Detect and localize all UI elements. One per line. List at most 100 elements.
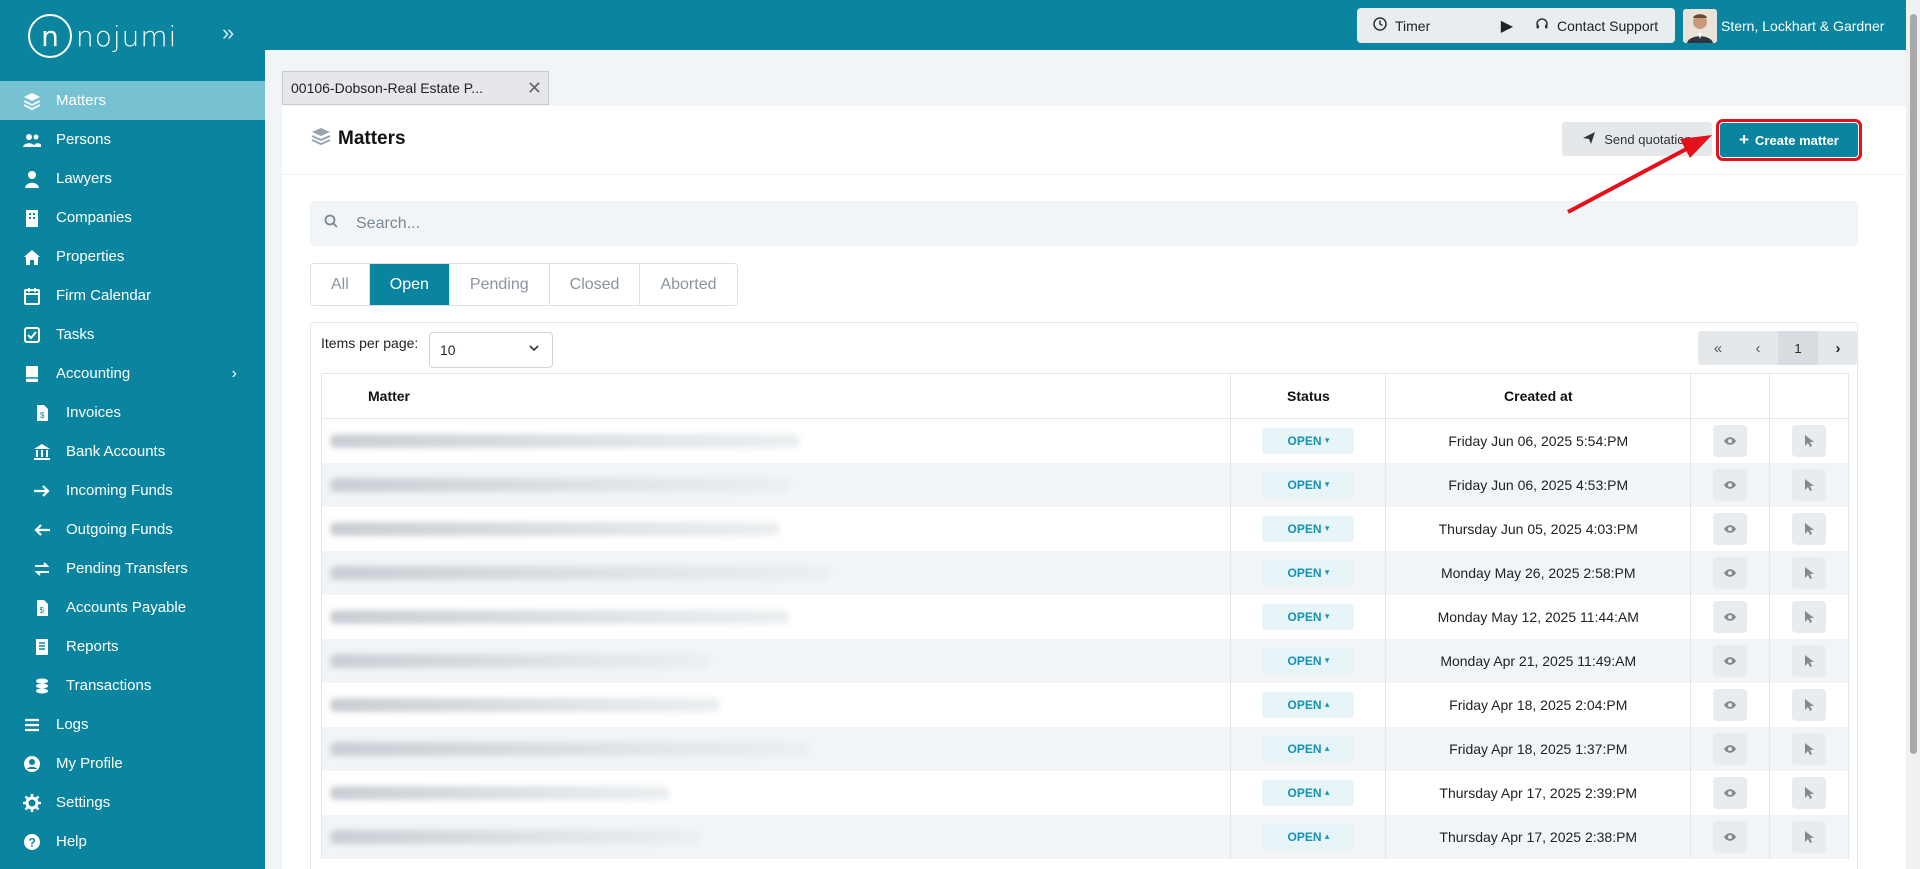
status-badge[interactable]: OPEN ▴: [1262, 691, 1355, 718]
sidebar-item-help[interactable]: ? Help: [0, 822, 265, 861]
sidebar-item-settings[interactable]: Settings: [0, 783, 265, 822]
sidebar-item-bank-accounts[interactable]: Bank Accounts: [0, 432, 265, 471]
matter-cell[interactable]: [320, 726, 1232, 771]
eye-icon[interactable]: [1713, 688, 1748, 721]
timer-button[interactable]: Timer ▶: [1357, 8, 1531, 43]
matter-cell[interactable]: [320, 418, 1232, 463]
collapse-sidebar-icon[interactable]: »: [222, 20, 234, 46]
sidebar-item-label: Tasks: [56, 326, 95, 343]
tab-pending[interactable]: Pending: [450, 264, 550, 305]
sidebar-item-reports[interactable]: Reports: [0, 627, 265, 666]
play-icon[interactable]: ▶: [1501, 16, 1513, 36]
table-row[interactable]: OPEN ▴ Thursday Apr 17, 2025 2:38:PM: [320, 814, 1849, 859]
eye-icon[interactable]: [1713, 600, 1748, 633]
sidebar-item-accounts-payable[interactable]: $ Accounts Payable: [0, 588, 265, 627]
table-row[interactable]: OPEN ▴ Friday Apr 18, 2025 1:37:PM: [320, 726, 1849, 771]
sidebar-item-firm-calendar[interactable]: Firm Calendar: [0, 276, 265, 315]
create-matter-button[interactable]: + Create matter: [1716, 119, 1862, 161]
contact-support-button[interactable]: Contact Support: [1519, 8, 1675, 43]
pointer-icon[interactable]: [1792, 556, 1827, 589]
pointer-icon[interactable]: [1792, 732, 1827, 765]
scrollbar-thumb[interactable]: [1910, 14, 1917, 754]
status-badge[interactable]: OPEN ▾: [1262, 427, 1355, 454]
pointer-icon[interactable]: [1792, 776, 1827, 809]
pointer-icon[interactable]: [1792, 512, 1827, 545]
next-page-button[interactable]: ›: [1818, 331, 1858, 365]
page-scrollbar[interactable]: [1906, 0, 1920, 869]
eye-icon[interactable]: [1713, 424, 1748, 457]
matter-cell[interactable]: [320, 682, 1232, 727]
table-row[interactable]: OPEN ▾ Monday Apr 21, 2025 11:49:AM: [320, 638, 1849, 683]
column-header-created[interactable]: Created at: [1385, 373, 1692, 419]
status-badge[interactable]: OPEN ▴: [1262, 735, 1355, 762]
sidebar-item-lawyers[interactable]: Lawyers: [0, 159, 265, 198]
eye-icon[interactable]: [1713, 820, 1748, 853]
sidebar-item-incoming-funds[interactable]: Incoming Funds: [0, 471, 265, 510]
column-header-status[interactable]: Status: [1230, 373, 1387, 419]
sidebar-item-invoices[interactable]: $ Invoices: [0, 393, 265, 432]
pointer-icon[interactable]: [1792, 424, 1827, 457]
status-badge[interactable]: OPEN ▾: [1262, 515, 1355, 542]
caret-icon: ▴: [1324, 787, 1330, 797]
status-badge[interactable]: OPEN ▾: [1262, 603, 1355, 630]
matter-cell[interactable]: [320, 638, 1232, 683]
sidebar-item-persons[interactable]: Persons: [0, 120, 265, 159]
eye-icon[interactable]: [1713, 556, 1748, 589]
status-badge[interactable]: OPEN ▴: [1262, 779, 1355, 806]
sidebar-item-properties[interactable]: Properties: [0, 237, 265, 276]
items-per-page-select[interactable]: 10: [429, 332, 553, 368]
eye-icon[interactable]: [1713, 468, 1748, 501]
status-badge[interactable]: OPEN ▾: [1262, 471, 1355, 498]
table-row[interactable]: OPEN ▾ Monday May 12, 2025 11:44:AM: [320, 594, 1849, 639]
table-row[interactable]: OPEN ▴ Friday Apr 18, 2025 2:04:PM: [320, 682, 1849, 727]
pointer-icon[interactable]: [1792, 600, 1827, 633]
matter-cell[interactable]: [320, 462, 1232, 507]
tab-aborted[interactable]: Aborted: [640, 264, 736, 305]
eye-icon[interactable]: [1713, 512, 1748, 545]
user-menu[interactable]: Stern, Lockhart & Gardner: [1683, 8, 1884, 43]
table-row[interactable]: OPEN ▴ Thursday Apr 17, 2025 2:39:PM: [320, 770, 1849, 815]
sidebar-item-matters[interactable]: Matters: [0, 81, 265, 120]
prev-page-button[interactable]: ‹: [1738, 331, 1778, 365]
sidebar-item-transactions[interactable]: Transactions: [0, 666, 265, 705]
send-quotation-button[interactable]: Send quotation: [1562, 122, 1712, 156]
sidebar-item-companies[interactable]: Companies: [0, 198, 265, 237]
matter-cell[interactable]: [320, 594, 1232, 639]
eye-icon[interactable]: [1713, 776, 1748, 809]
clock-icon: [1373, 17, 1387, 34]
close-icon[interactable]: ✕: [527, 78, 542, 99]
table-row[interactable]: OPEN ▾ Thursday Jun 05, 2025 4:03:PM: [320, 506, 1849, 551]
current-page[interactable]: 1: [1778, 331, 1818, 365]
tab-all[interactable]: All: [311, 264, 370, 305]
pointer-icon[interactable]: [1792, 468, 1827, 501]
status-badge[interactable]: OPEN ▾: [1262, 559, 1355, 586]
tab-open[interactable]: Open: [369, 264, 450, 305]
sidebar-item-tasks[interactable]: Tasks: [0, 315, 265, 354]
column-header-matter[interactable]: Matter: [320, 373, 1232, 419]
matter-cell[interactable]: [320, 550, 1232, 595]
sidebar-item-pending-transfers[interactable]: Pending Transfers: [0, 549, 265, 588]
matter-cell[interactable]: [320, 506, 1232, 551]
tab-closed[interactable]: Closed: [550, 264, 641, 305]
search-input[interactable]: [356, 214, 1756, 233]
eye-icon[interactable]: [1713, 732, 1748, 765]
status-badge[interactable]: OPEN ▴: [1262, 823, 1355, 850]
status-badge[interactable]: OPEN ▾: [1262, 647, 1355, 674]
table-row[interactable]: OPEN ▾ Monday May 26, 2025 2:58:PM: [320, 550, 1849, 595]
sidebar-item-label: Accounts Payable: [66, 599, 187, 616]
sidebar-item-accounting[interactable]: Accounting ›: [0, 354, 265, 393]
open-matter-tab[interactable]: 00106-Dobson-Real Estate P... ✕: [282, 71, 549, 105]
pointer-icon[interactable]: [1792, 644, 1827, 677]
table-row[interactable]: OPEN ▾ Friday Jun 06, 2025 4:53:PM: [320, 462, 1849, 507]
matter-cell[interactable]: [320, 814, 1232, 859]
sidebar-item-logs[interactable]: Logs: [0, 705, 265, 744]
sidebar-item-my-profile[interactable]: My Profile: [0, 744, 265, 783]
matter-cell[interactable]: [320, 770, 1232, 815]
pointer-icon[interactable]: [1792, 820, 1827, 853]
table-row[interactable]: OPEN ▾ Friday Jun 06, 2025 5:54:PM: [320, 418, 1849, 463]
pointer-icon[interactable]: [1792, 688, 1827, 721]
logo[interactable]: n nojumi: [28, 14, 177, 58]
eye-icon[interactable]: [1713, 644, 1748, 677]
first-page-button[interactable]: «: [1698, 331, 1738, 365]
sidebar-item-outgoing-funds[interactable]: Outgoing Funds: [0, 510, 265, 549]
